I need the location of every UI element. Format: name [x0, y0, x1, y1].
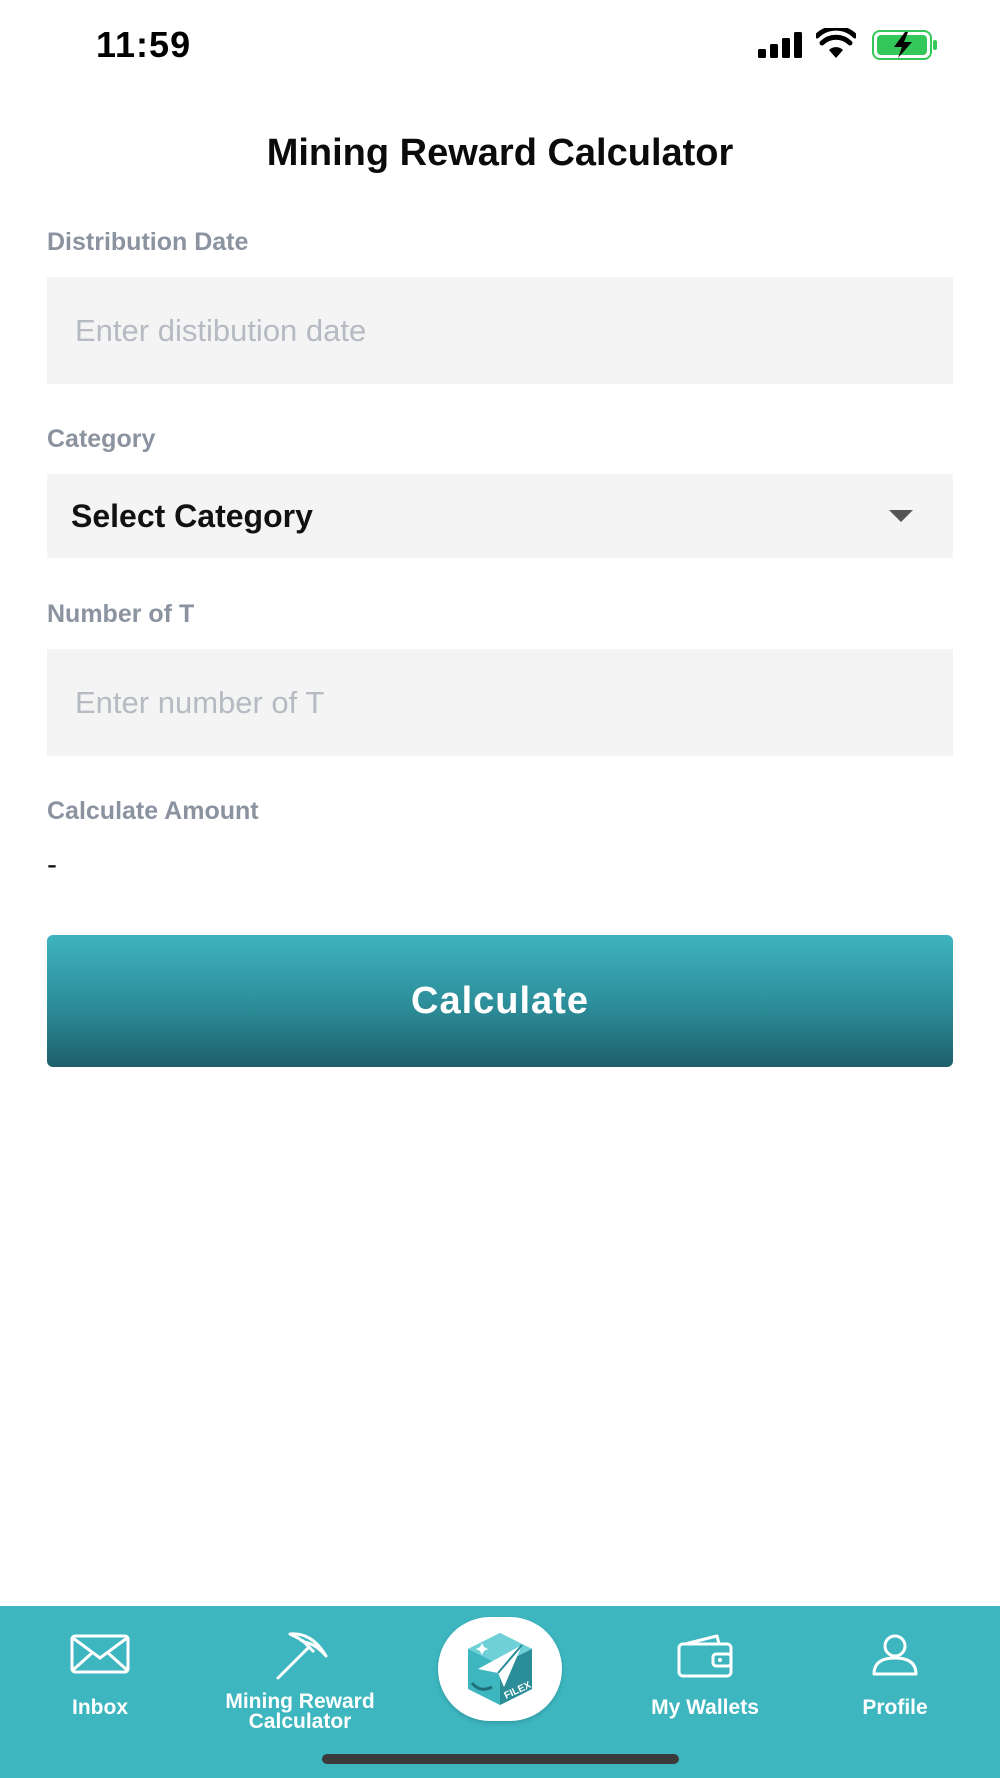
tab-profile-label: Profile: [862, 1696, 928, 1719]
category-label: Category: [47, 425, 156, 453]
status-time: 11:59: [96, 24, 192, 65]
tab-mining-reward-calculator-label: Mining Reward Calculator: [225, 1690, 375, 1733]
pickaxe-icon: [276, 1632, 328, 1680]
filex-logo-icon: FILEX: [468, 1633, 533, 1705]
wallet-icon: [677, 1634, 733, 1678]
filex-home-button[interactable]: FILEX: [438, 1617, 562, 1721]
tab-my-wallets[interactable]: My Wallets: [630, 1606, 780, 1778]
tab-inbox[interactable]: Inbox: [40, 1606, 160, 1778]
number-of-t-input[interactable]: [47, 649, 953, 756]
chevron-down-icon: [889, 510, 913, 522]
category-select[interactable]: Select Category: [47, 474, 953, 558]
tab-profile[interactable]: Profile: [840, 1606, 950, 1778]
person-icon: [872, 1634, 918, 1676]
tab-mining-reward-calculator[interactable]: Mining Reward Calculator: [205, 1606, 395, 1778]
cellular-signal-icon: [758, 32, 802, 58]
page-title: Mining Reward Calculator: [266, 132, 734, 174]
category-selected-value: Select Category: [71, 498, 313, 534]
distribution-date-label: Distribution Date: [47, 228, 249, 256]
number-of-t-label: Number of T: [47, 600, 195, 628]
wifi-icon: [816, 28, 856, 58]
home-indicator: [322, 1754, 679, 1764]
distribution-date-input[interactable]: [47, 277, 953, 384]
calculate-amount-value: -: [47, 848, 57, 881]
tab-my-wallets-label: My Wallets: [651, 1696, 759, 1719]
tab-inbox-label: Inbox: [72, 1696, 128, 1719]
status-bar: 11:59: [0, 0, 1000, 100]
calculate-amount-label: Calculate Amount: [47, 797, 259, 825]
envelope-icon: [70, 1634, 130, 1674]
calculate-button[interactable]: Calculate: [47, 935, 953, 1067]
battery-charging-icon: [872, 30, 937, 60]
